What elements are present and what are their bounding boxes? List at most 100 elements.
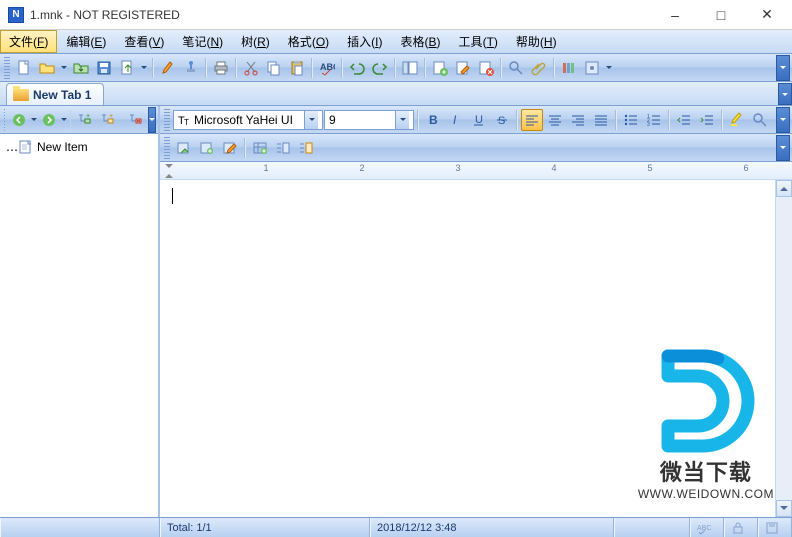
action-4-button[interactable] xyxy=(249,137,271,159)
nav-back-dropdown[interactable] xyxy=(31,115,37,124)
status-spell-icon[interactable]: ABC xyxy=(690,518,724,537)
tree-add-sibling-button[interactable]: + xyxy=(97,109,119,131)
open-button[interactable] xyxy=(36,57,58,79)
print-button[interactable] xyxy=(210,57,232,79)
ruler-number: 5 xyxy=(647,163,652,173)
separator xyxy=(311,58,313,78)
scroll-down-button[interactable] xyxy=(776,500,792,517)
export-dropdown[interactable] xyxy=(139,63,149,72)
bold-button[interactable]: B xyxy=(422,109,444,131)
toolbar-grip[interactable] xyxy=(4,57,10,79)
nav-back-button[interactable] xyxy=(8,109,30,131)
note-delete-button[interactable] xyxy=(475,57,497,79)
note-icon xyxy=(19,140,33,154)
ruler-number: 6 xyxy=(743,163,748,173)
options-dropdown[interactable] xyxy=(604,63,614,72)
outdent-button[interactable] xyxy=(673,109,695,131)
open-dropdown[interactable] xyxy=(59,63,69,72)
tab-label: New Tab 1 xyxy=(33,88,91,102)
tree-expander[interactable]: ⋯ xyxy=(6,143,15,152)
italic-button[interactable]: I xyxy=(445,109,467,131)
indent-button[interactable] xyxy=(696,109,718,131)
close-button[interactable]: ✕ xyxy=(744,0,790,30)
format-toolbar-2 xyxy=(160,134,792,162)
tab-active[interactable]: New Tab 1 xyxy=(6,83,104,105)
export-button[interactable] xyxy=(116,57,138,79)
action-3-button[interactable] xyxy=(219,137,241,159)
attach-button[interactable] xyxy=(528,57,550,79)
menu-help[interactable]: 帮助(H) xyxy=(507,30,566,53)
menu-file[interactable]: 文件(F) xyxy=(0,30,57,53)
align-left-button[interactable] xyxy=(521,109,543,131)
minimize-button[interactable]: – xyxy=(652,0,698,30)
ruler[interactable]: 1 2 3 4 5 6 xyxy=(160,162,792,180)
dropdown-icon[interactable] xyxy=(304,111,318,129)
toolbar-grip[interactable] xyxy=(4,109,5,131)
note-add-button[interactable] xyxy=(429,57,451,79)
bullet-list-button[interactable] xyxy=(620,109,642,131)
tree-delete-button[interactable] xyxy=(125,109,147,131)
stamp-button[interactable] xyxy=(180,57,202,79)
nav-forward-dropdown[interactable] xyxy=(61,115,67,124)
status-save-icon[interactable] xyxy=(758,518,792,537)
align-right-button[interactable] xyxy=(567,109,589,131)
font-name-combo[interactable]: TT Microsoft YaHei UI xyxy=(173,110,323,130)
save-button[interactable] xyxy=(93,57,115,79)
align-center-button[interactable] xyxy=(544,109,566,131)
action-6-button[interactable] xyxy=(295,137,317,159)
format-toolbar-2-overflow[interactable] xyxy=(776,135,790,161)
toolbar-overflow[interactable] xyxy=(776,55,790,81)
dropdown-icon[interactable] xyxy=(395,111,409,129)
action-1-button[interactable] xyxy=(173,137,195,159)
menu-tree[interactable]: 树(R) xyxy=(232,30,279,53)
menu-edit[interactable]: 编辑(E) xyxy=(57,30,115,53)
number-list-button[interactable]: 123 xyxy=(643,109,665,131)
cut-button[interactable] xyxy=(240,57,262,79)
align-justify-button[interactable] xyxy=(590,109,612,131)
toolbar-grip[interactable] xyxy=(164,109,170,131)
editor-page[interactable] xyxy=(160,180,792,517)
new-button[interactable] xyxy=(13,57,35,79)
format-toolbar-overflow[interactable] xyxy=(776,107,790,133)
toolbar-grip[interactable] xyxy=(164,137,170,159)
spellcheck-button[interactable]: ABC xyxy=(316,57,338,79)
undo-button[interactable] xyxy=(346,57,368,79)
maximize-button[interactable]: □ xyxy=(698,0,744,30)
sidebar-toolbar: + + xyxy=(0,106,158,134)
strike-button[interactable]: S xyxy=(491,109,513,131)
ruler-number: 4 xyxy=(551,163,556,173)
highlight-button[interactable] xyxy=(726,109,748,131)
tree-view[interactable]: ⋯ New Item xyxy=(0,134,158,517)
find-button[interactable] xyxy=(505,57,527,79)
status-lock-icon[interactable] xyxy=(724,518,758,537)
menu-notes[interactable]: 笔记(N) xyxy=(173,30,232,53)
find-text-button[interactable] xyxy=(749,109,771,131)
menu-view[interactable]: 查看(V) xyxy=(115,30,173,53)
vertical-scrollbar[interactable] xyxy=(775,180,792,517)
action-5-button[interactable] xyxy=(272,137,294,159)
nav-forward-button[interactable] xyxy=(38,109,60,131)
note-edit-button[interactable] xyxy=(452,57,474,79)
separator xyxy=(341,58,343,78)
menu-format[interactable]: 格式(O) xyxy=(279,30,338,53)
brush-button[interactable] xyxy=(157,57,179,79)
sidebar-toolbar-overflow[interactable] xyxy=(148,107,156,133)
menu-tools[interactable]: 工具(T) xyxy=(450,30,507,53)
tree-toggle-button[interactable] xyxy=(399,57,421,79)
scroll-up-button[interactable] xyxy=(776,180,792,197)
tree-item[interactable]: ⋯ New Item xyxy=(2,138,156,156)
menu-table[interactable]: 表格(B) xyxy=(392,30,450,53)
import-button[interactable] xyxy=(70,57,92,79)
tree-add-child-button[interactable]: + xyxy=(74,109,96,131)
options-button[interactable] xyxy=(581,57,603,79)
underline-button[interactable]: U xyxy=(468,109,490,131)
redo-button[interactable] xyxy=(369,57,391,79)
menu-insert[interactable]: 插入(I) xyxy=(338,30,391,53)
editor-area: TT Microsoft YaHei UI 9 B I U S 123 xyxy=(160,106,792,517)
library-button[interactable] xyxy=(558,57,580,79)
font-size-combo[interactable]: 9 xyxy=(324,110,414,130)
action-2-button[interactable] xyxy=(196,137,218,159)
paste-button[interactable] xyxy=(286,57,308,79)
copy-button[interactable] xyxy=(263,57,285,79)
tabstrip-overflow[interactable] xyxy=(778,83,792,105)
